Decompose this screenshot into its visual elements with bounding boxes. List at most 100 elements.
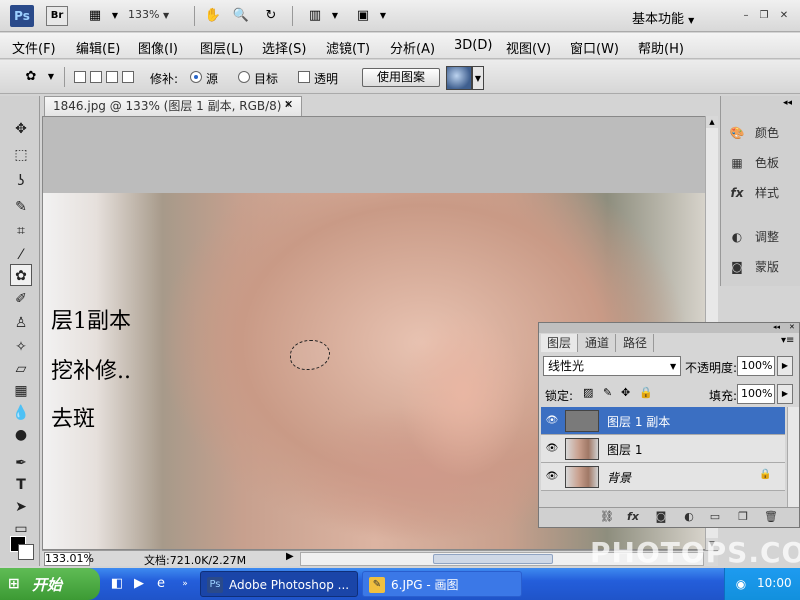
scroll-up-icon[interactable]: ▲ xyxy=(706,116,718,128)
chevron-down-icon[interactable]: ▼ xyxy=(104,6,126,26)
move-tool-icon[interactable]: ✥ xyxy=(10,118,32,140)
collapse-dock-icon[interactable]: ◂◂ xyxy=(783,98,792,108)
volume-icon[interactable]: ◉ xyxy=(733,576,749,592)
arrange-documents-icon[interactable]: ▥ xyxy=(304,6,326,26)
source-radio[interactable] xyxy=(190,71,202,83)
close-icon[interactable]: ✕ xyxy=(776,8,792,24)
menu-edit[interactable]: 编辑(E) xyxy=(76,38,120,57)
dock-item-color[interactable]: 🎨 颜色 xyxy=(729,122,797,144)
add-mask-icon[interactable]: ◙ xyxy=(651,510,671,523)
quicklaunch-expand-icon[interactable]: » xyxy=(176,575,194,593)
zoom-field[interactable]: 133.01% xyxy=(44,552,94,566)
path-selection-icon[interactable]: ➤ xyxy=(10,496,32,518)
close-icon[interactable]: ✕ xyxy=(789,323,795,331)
opacity-slider-arrow-icon[interactable]: ▶ xyxy=(777,356,793,376)
menu-layer[interactable]: 图层(L) xyxy=(200,38,243,57)
workspace-switcher[interactable]: 基本功能 ▼ xyxy=(632,8,722,27)
lock-transparency-icon[interactable]: ▨ xyxy=(583,386,593,399)
zoom-tool-icon[interactable]: 🔍 xyxy=(230,6,252,26)
hand-tool-icon[interactable]: ✋ xyxy=(202,6,224,26)
lasso-tool-icon[interactable]: ʖ xyxy=(10,170,32,192)
background-color-swatch[interactable] xyxy=(18,544,34,560)
dock-item-styles[interactable]: fx 样式 xyxy=(729,182,797,204)
adjustment-layer-icon[interactable]: ◐ xyxy=(679,510,699,523)
restore-icon[interactable]: ❐ xyxy=(756,8,772,24)
dock-item-swatches[interactable]: ▦ 色板 xyxy=(729,152,797,174)
chevron-down-icon[interactable]: ▼ xyxy=(472,66,484,90)
menu-view[interactable]: 视图(V) xyxy=(506,38,551,57)
fill-field[interactable]: 100% xyxy=(737,384,775,404)
layers-scrollbar[interactable] xyxy=(787,407,799,507)
close-icon[interactable]: ✕ xyxy=(284,98,298,111)
menu-window[interactable]: 窗口(W) xyxy=(570,38,619,57)
quick-selection-icon[interactable]: ✎ xyxy=(10,196,32,218)
screen-mode-icon[interactable]: ▣ xyxy=(352,6,374,26)
menu-analysis[interactable]: 分析(A) xyxy=(390,38,435,57)
dock-item-adjustments[interactable]: ◐ 调整 xyxy=(729,226,797,248)
tab-layers[interactable]: 图层 xyxy=(541,334,579,352)
menu-3d[interactable]: 3D(D) xyxy=(454,38,492,53)
rotate-view-icon[interactable]: ↻ xyxy=(260,6,282,26)
panel-menu-icon[interactable]: ▾≡ xyxy=(781,335,794,346)
target-radio[interactable] xyxy=(238,71,250,83)
chevron-down-icon[interactable]: ▼ xyxy=(372,6,394,26)
dock-item-masks[interactable]: ◙ 蒙版 xyxy=(729,256,797,278)
pattern-picker[interactable] xyxy=(446,66,472,90)
lock-pixels-icon[interactable]: ✎ xyxy=(603,386,612,399)
chevron-down-icon[interactable]: ▼ xyxy=(40,67,62,87)
tab-paths[interactable]: 路径 xyxy=(617,334,655,352)
menu-image[interactable]: 图像(I) xyxy=(138,38,178,57)
eraser-icon[interactable]: ▱ xyxy=(10,358,32,380)
tab-channels[interactable]: 通道 xyxy=(579,334,617,352)
show-desktop-icon[interactable]: ◧ xyxy=(108,575,126,593)
link-layers-icon[interactable]: ⛓ xyxy=(597,510,617,523)
eye-icon[interactable]: 👁 xyxy=(545,442,559,456)
collapse-panel-icon[interactable]: ◂◂ xyxy=(773,323,780,331)
brush-tool-icon[interactable]: ✐ xyxy=(10,288,32,310)
add-to-selection-icon[interactable] xyxy=(90,71,102,83)
media-player-icon[interactable]: ▶ xyxy=(130,575,148,593)
document-size[interactable]: 文档:721.0K/2.27M xyxy=(144,552,246,568)
document-tab[interactable]: 1846.jpg @ 133% (图层 1 副本, RGB/8) * xyxy=(44,96,302,116)
layer-row[interactable]: 👁 图层 1 xyxy=(541,435,785,463)
pen-tool-icon[interactable]: ✒ xyxy=(10,452,32,474)
fill-slider-arrow-icon[interactable]: ▶ xyxy=(777,384,793,404)
opacity-field[interactable]: 100% xyxy=(737,356,775,376)
layer-row[interactable]: 👁 背景 🔒 xyxy=(541,463,785,491)
eyedropper-icon[interactable]: ⁄ xyxy=(10,244,32,266)
chevron-down-icon[interactable]: ▼ xyxy=(324,6,346,26)
clock[interactable]: 10:00 xyxy=(757,576,792,590)
zoom-level-select[interactable]: 133% ▼ xyxy=(128,8,184,26)
lock-all-icon[interactable]: 🔒 xyxy=(639,386,653,399)
new-layer-icon[interactable]: ❐ xyxy=(733,510,753,523)
type-tool-icon[interactable]: T xyxy=(10,474,32,496)
delete-layer-icon[interactable]: 🗑 xyxy=(761,510,781,523)
panel-header[interactable] xyxy=(539,323,799,333)
dodge-tool-icon[interactable]: ● xyxy=(10,424,32,446)
start-button[interactable]: ⊞ 开始 xyxy=(0,568,100,600)
internet-explorer-icon[interactable]: e xyxy=(152,575,170,593)
gradient-tool-icon[interactable]: ▦ xyxy=(10,380,32,402)
new-group-icon[interactable]: ▭ xyxy=(705,510,725,523)
menu-help[interactable]: 帮助(H) xyxy=(638,38,684,57)
marquee-tool-icon[interactable]: ⬚ xyxy=(10,144,32,166)
crop-tool-icon[interactable]: ⌗ xyxy=(10,220,32,242)
layer-style-icon[interactable]: fx xyxy=(623,510,643,523)
subtract-from-selection-icon[interactable] xyxy=(106,71,118,83)
minimize-icon[interactable]: – xyxy=(738,8,754,24)
blur-tool-icon[interactable]: 💧 xyxy=(10,402,32,424)
scroll-thumb[interactable] xyxy=(433,554,553,564)
use-pattern-button[interactable]: 使用图案 xyxy=(362,68,440,87)
transparent-checkbox[interactable] xyxy=(298,71,310,83)
intersect-selection-icon[interactable] xyxy=(122,71,134,83)
film-icon[interactable]: ▦ xyxy=(84,6,106,26)
new-selection-icon[interactable] xyxy=(74,71,86,83)
history-brush-icon[interactable]: ✧ xyxy=(10,336,32,358)
bridge-button[interactable]: Br xyxy=(46,6,68,26)
task-paint[interactable]: ✎ 6.JPG - 画图 xyxy=(362,571,522,597)
eye-icon[interactable]: 👁 xyxy=(545,414,559,428)
clone-stamp-icon[interactable]: ♙ xyxy=(10,312,32,334)
blend-mode-select[interactable]: 线性光 ▼ xyxy=(543,356,681,376)
menu-filter[interactable]: 滤镜(T) xyxy=(326,38,370,57)
patch-tool-preset-icon[interactable]: ✿ xyxy=(20,67,42,87)
